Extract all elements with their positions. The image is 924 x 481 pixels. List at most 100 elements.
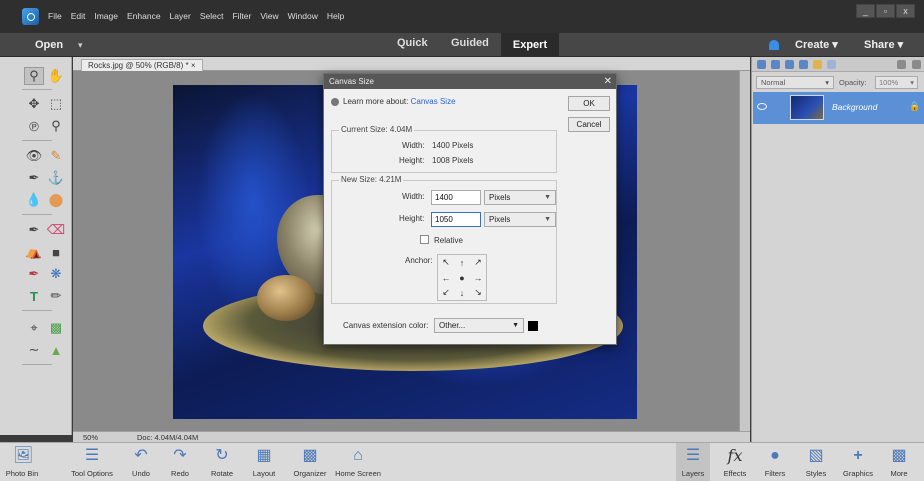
maximize-button[interactable]: ▫: [876, 4, 895, 18]
layers-button[interactable]: ☰ Layers: [676, 443, 710, 481]
quick-selection-tool-icon[interactable]: ⚲: [46, 117, 66, 135]
dialog-title-bar[interactable]: Canvas Size ✕: [324, 74, 616, 89]
anchor-top-icon[interactable]: ↑: [454, 255, 470, 270]
image-stone: [257, 275, 315, 321]
open-dropdown-icon[interactable]: ▾: [78, 40, 83, 51]
anchor-bottom-icon[interactable]: ↓: [454, 285, 470, 300]
layer-row-background[interactable]: Background 🔒: [753, 92, 924, 124]
straighten-tool-icon[interactable]: ∼: [24, 341, 44, 359]
width-unit-select[interactable]: Pixels ▼: [484, 190, 556, 205]
open-button[interactable]: Open: [35, 39, 63, 51]
anchor-top-left-icon[interactable]: ↖: [438, 255, 454, 270]
brush-tool-icon[interactable]: ✒: [24, 221, 44, 239]
vertical-scrollbar[interactable]: [739, 71, 750, 431]
anchor-left-icon[interactable]: ←: [438, 270, 454, 285]
filters-button[interactable]: ● Filters: [758, 443, 792, 481]
mode-expert[interactable]: Expert: [501, 33, 559, 57]
graphics-button[interactable]: + Graphics: [838, 443, 878, 481]
share-button[interactable]: Share ▾: [864, 38, 903, 51]
learn-more-link[interactable]: Canvas Size: [411, 97, 456, 106]
zoom-level[interactable]: 50%: [83, 433, 98, 442]
pencil-tool-icon[interactable]: ✏: [46, 287, 66, 305]
marquee-tool-icon[interactable]: ⬚: [46, 95, 66, 113]
close-icon[interactable]: ✕: [604, 74, 612, 89]
menu-view[interactable]: View: [260, 11, 278, 21]
new-group-icon[interactable]: [771, 60, 780, 69]
menu-select[interactable]: Select: [200, 11, 224, 21]
width-input[interactable]: 1400: [431, 190, 481, 205]
paint-bucket-tool-icon[interactable]: ⛺: [24, 243, 44, 261]
relative-checkbox[interactable]: [420, 235, 429, 244]
layout-button[interactable]: ▦ Layout: [246, 443, 282, 481]
blur-tool-icon[interactable]: 💧: [24, 191, 44, 209]
clone-stamp-tool-icon[interactable]: ⚓: [46, 169, 66, 187]
eyedropper-tool-icon[interactable]: ✒: [24, 265, 44, 283]
visibility-eye-icon[interactable]: [757, 103, 767, 110]
lock-icon[interactable]: [813, 60, 822, 69]
menu-enhance[interactable]: Enhance: [127, 11, 161, 21]
anchor-bottom-left-icon[interactable]: ↙: [438, 285, 454, 300]
document-tab[interactable]: Rocks.jpg @ 50% (RGB/8) * ×: [81, 59, 203, 71]
lasso-tool-icon[interactable]: ℗: [24, 117, 44, 135]
tool-options-label: Tool Options: [71, 469, 113, 478]
minimize-button[interactable]: _: [856, 4, 875, 18]
organizer-button[interactable]: ▩ Organizer: [285, 443, 335, 481]
menu-window[interactable]: Window: [288, 11, 318, 21]
zoom-tool-icon[interactable]: ⚲: [24, 67, 44, 85]
create-button[interactable]: Create ▾: [795, 38, 838, 51]
blend-mode-select[interactable]: Normal ▾: [756, 76, 834, 89]
photo-bin-button[interactable]: 🖼 Photo Bin: [0, 443, 44, 481]
gradient-tool-icon[interactable]: ■: [46, 243, 66, 261]
menu-image[interactable]: Image: [94, 11, 118, 21]
menu-help[interactable]: Help: [327, 11, 344, 21]
styles-button[interactable]: ▧ Styles: [799, 443, 833, 481]
opacity-field[interactable]: 100% ▾: [875, 76, 918, 89]
content-aware-move-tool-icon[interactable]: ▲: [46, 341, 66, 359]
custom-shape-tool-icon[interactable]: ❋: [46, 265, 66, 283]
tool-options-button[interactable]: ☰ Tool Options: [66, 443, 118, 481]
crop-tool-icon[interactable]: ⌖: [24, 319, 44, 337]
anchor-top-right-icon[interactable]: ↗: [470, 255, 486, 270]
home-screen-button[interactable]: ⌂ Home Screen: [333, 443, 383, 481]
type-tool-icon[interactable]: T: [24, 287, 44, 305]
eraser-tool-icon[interactable]: ⌫: [46, 221, 66, 239]
lock-all-icon[interactable]: [827, 60, 836, 69]
anchor-center-icon[interactable]: ●: [454, 270, 470, 285]
redo-button[interactable]: ↷ Redo: [165, 443, 195, 481]
extension-color-select[interactable]: Other... ▼: [434, 318, 524, 333]
adjustment-layer-icon[interactable]: [785, 60, 794, 69]
recompose-tool-icon[interactable]: ▩: [46, 319, 66, 337]
menu-edit[interactable]: Edit: [71, 11, 86, 21]
anchor-right-icon[interactable]: →: [470, 270, 486, 285]
close-window-button[interactable]: x: [896, 4, 915, 18]
new-height-label: Height:: [399, 214, 425, 223]
hand-tool-icon[interactable]: ✋: [46, 67, 66, 85]
height-unit-select[interactable]: Pixels ▼: [484, 212, 556, 227]
mode-quick[interactable]: Quick: [397, 37, 428, 49]
ok-button[interactable]: OK: [568, 96, 610, 111]
undo-button[interactable]: ↶ Undo: [126, 443, 156, 481]
height-input[interactable]: 1050: [431, 212, 481, 227]
effects-button[interactable]: fx Effects: [718, 443, 752, 481]
menu-filter[interactable]: Filter: [232, 11, 251, 21]
extension-color-label: Canvas extension color:: [343, 321, 429, 330]
share-label: Share: [864, 39, 895, 51]
menu-file[interactable]: File: [48, 11, 62, 21]
new-layer-icon[interactable]: [757, 60, 766, 69]
notification-bell-icon[interactable]: [769, 40, 779, 50]
move-tool-icon[interactable]: ✥: [24, 95, 44, 113]
rotate-button[interactable]: ↻ Rotate: [205, 443, 239, 481]
more-button[interactable]: ▩ More: [884, 443, 914, 481]
anchor-bottom-right-icon[interactable]: ↘: [470, 285, 486, 300]
smart-brush-tool-icon[interactable]: ✒: [24, 169, 44, 187]
mode-guided[interactable]: Guided: [451, 37, 489, 49]
trash-icon[interactable]: [897, 60, 906, 69]
sponge-tool-icon[interactable]: ⬤: [46, 191, 66, 209]
menu-layer[interactable]: Layer: [170, 11, 191, 21]
spot-healing-tool-icon[interactable]: ✎: [46, 147, 66, 165]
layer-mask-icon[interactable]: [799, 60, 808, 69]
extension-color-swatch[interactable]: [528, 321, 538, 331]
red-eye-tool-icon[interactable]: 👁: [24, 147, 44, 165]
cancel-button[interactable]: Cancel: [568, 117, 610, 132]
panel-menu-icon[interactable]: [912, 60, 921, 69]
